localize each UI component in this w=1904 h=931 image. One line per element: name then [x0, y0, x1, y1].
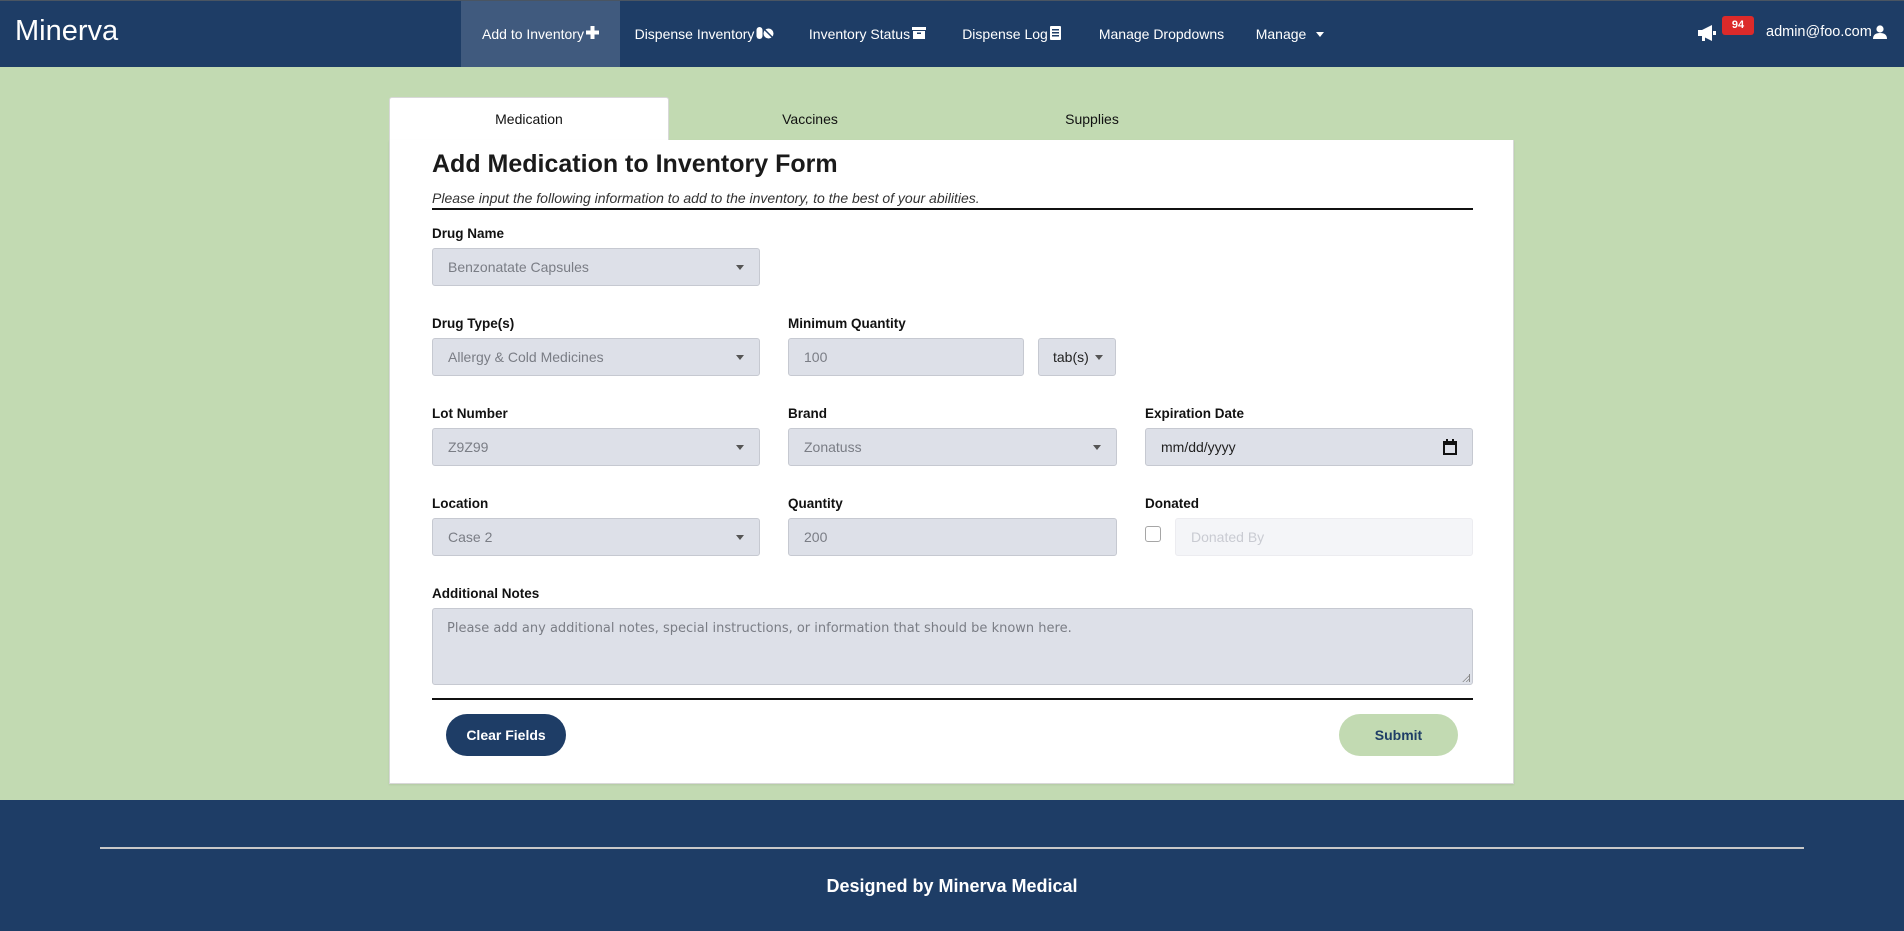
pills-icon	[756, 26, 774, 42]
donated-label: Donated	[1145, 496, 1199, 511]
plus-icon	[585, 26, 599, 42]
caret-down-icon	[736, 355, 744, 360]
form-card: Add Medication to Inventory Form Please …	[389, 140, 1514, 784]
navbar: Minerva Add to Inventory Dispense Invent…	[0, 0, 1904, 67]
nav-manage-dropdowns[interactable]: Manage Dropdowns	[1083, 1, 1240, 67]
donated-by-placeholder: Donated By	[1191, 529, 1265, 545]
nav-label: Dispense Inventory	[634, 26, 755, 42]
brand-select[interactable]: Zonatuss	[788, 428, 1117, 466]
brand-logo[interactable]: Minerva	[15, 15, 118, 48]
tab-label: Medication	[495, 111, 563, 127]
caret-down-icon	[1093, 445, 1101, 450]
caret-down-icon	[1316, 31, 1325, 37]
quantity-input[interactable]: 200	[788, 518, 1117, 556]
user-menu[interactable]: admin@foo.com	[1766, 24, 1887, 40]
submit-button[interactable]: Submit	[1339, 714, 1458, 756]
footer: Designed by Minerva Medical	[0, 800, 1904, 931]
divider	[432, 208, 1473, 210]
form-title: Add Medication to Inventory Form	[432, 150, 838, 178]
user-email: admin@foo.com	[1766, 24, 1872, 40]
min-quantity-input[interactable]: 100	[788, 338, 1024, 376]
notification-badge[interactable]: 94	[1722, 16, 1754, 35]
unit-dropdown[interactable]: tab(s)	[1038, 338, 1116, 376]
tab-supplies[interactable]: Supplies	[951, 97, 1233, 140]
donated-checkbox[interactable]	[1145, 526, 1161, 542]
location-select[interactable]: Case 2	[432, 518, 760, 556]
drug-type-label: Drug Type(s)	[432, 316, 515, 331]
clear-fields-button[interactable]: Clear Fields	[446, 714, 566, 756]
nav-manage-dropdown[interactable]: Manage	[1244, 1, 1336, 67]
resize-handle[interactable]	[1462, 674, 1470, 682]
brand-value: Zonatuss	[804, 439, 862, 455]
drug-type-value: Allergy & Cold Medicines	[448, 349, 604, 365]
lot-number-value: Z9Z99	[448, 439, 489, 455]
quantity-value: 200	[804, 529, 828, 545]
expiration-date-label: Expiration Date	[1145, 406, 1245, 421]
nav-dispense-log[interactable]: Dispense Log	[946, 1, 1077, 67]
nav-label: Manage	[1255, 26, 1307, 42]
nav-inventory-status[interactable]: Inventory Status	[789, 1, 946, 67]
nav-add-to-inventory[interactable]: Add to Inventory	[461, 1, 620, 67]
location-label: Location	[432, 496, 489, 511]
location-value: Case 2	[448, 529, 493, 545]
user-icon	[1872, 25, 1887, 39]
nav-label: Inventory Status	[808, 26, 911, 42]
tab-label: Vaccines	[782, 110, 838, 127]
drug-type-select[interactable]: Allergy & Cold Medicines	[432, 338, 760, 376]
form-subtitle: Please input the following information t…	[432, 190, 980, 206]
divider	[432, 698, 1473, 700]
caret-down-icon	[736, 445, 744, 450]
nav-dispense-inventory[interactable]: Dispense Inventory	[620, 1, 789, 67]
caret-down-icon	[736, 535, 744, 540]
clipboard-icon	[1049, 25, 1061, 43]
footer-divider	[100, 847, 1804, 849]
tab-vaccines[interactable]: Vaccines	[669, 97, 951, 140]
drug-name-label: Drug Name	[432, 226, 505, 241]
tab-label: Supplies	[1065, 110, 1119, 127]
brand-label: Brand	[788, 406, 828, 421]
nav-label: Add to Inventory	[482, 26, 584, 42]
drug-name-select[interactable]: Benzonatate Capsules	[432, 248, 760, 286]
tab-medication[interactable]: Medication	[389, 97, 669, 140]
footer-credit: Designed by Minerva Medical	[826, 876, 1078, 896]
min-quantity-value: 100	[804, 349, 828, 365]
caret-down-icon	[1095, 355, 1103, 360]
lot-number-select[interactable]: Z9Z99	[432, 428, 760, 466]
drug-name-value: Benzonatate Capsules	[448, 259, 589, 275]
expiration-date-input[interactable]: mm/dd/yyyy	[1145, 428, 1473, 466]
notes-textarea[interactable]: Please add any additional notes, special…	[432, 608, 1473, 685]
donated-by-input: Donated By	[1175, 518, 1473, 556]
unit-value: tab(s)	[1053, 349, 1089, 365]
nav-label: Manage Dropdowns	[1098, 26, 1225, 42]
lot-number-label: Lot Number	[432, 406, 508, 421]
archive-icon	[912, 26, 927, 42]
min-quantity-label: Minimum Quantity	[788, 316, 906, 331]
nav-label: Dispense Log	[962, 26, 1048, 42]
expiration-date-placeholder: mm/dd/yyyy	[1161, 439, 1236, 455]
calendar-icon[interactable]	[1443, 439, 1457, 455]
notes-placeholder: Please add any additional notes, special…	[447, 621, 1072, 636]
caret-down-icon	[736, 265, 744, 270]
quantity-label: Quantity	[788, 496, 843, 511]
notes-label: Additional Notes	[432, 586, 540, 601]
megaphone-icon[interactable]	[1698, 25, 1716, 41]
